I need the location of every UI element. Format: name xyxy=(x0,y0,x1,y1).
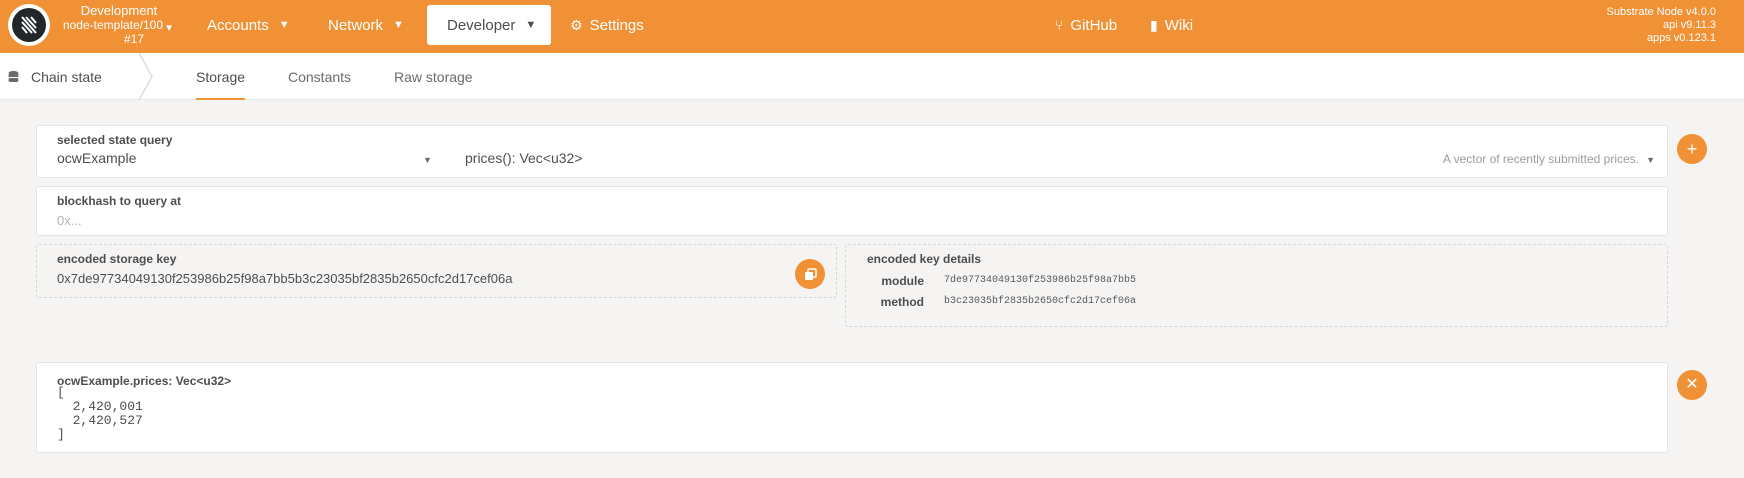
link-wiki[interactable]: ▮ Wiki xyxy=(1130,5,1213,45)
close-icon: ✕ xyxy=(1685,376,1699,393)
copy-button[interactable] xyxy=(795,259,825,289)
menu-developer[interactable]: Developer ▼ xyxy=(427,5,551,45)
result-line: [ xyxy=(57,385,65,400)
plus-icon: + xyxy=(1686,139,1698,159)
blockhash-label: blockhash to query at xyxy=(57,194,182,208)
tab-storage[interactable]: Storage xyxy=(196,53,246,100)
git-branch-icon: ⑂ xyxy=(1055,17,1064,33)
tab-raw-storage[interactable]: Raw storage xyxy=(394,53,473,100)
chain-name: Development xyxy=(80,3,158,18)
logo-icon xyxy=(21,16,37,34)
apps-version: apps v0.123.1 xyxy=(1646,32,1716,44)
tab-constants-label: Constants xyxy=(288,68,352,85)
version-info: Substrate Node v4.0.0 api v9.11.3 apps v… xyxy=(1607,6,1716,45)
result-value: [ 2,420,001 2,420,527] xyxy=(57,386,143,442)
blockhash-card[interactable]: blockhash to query at 0x... xyxy=(36,186,1668,236)
method-hash: b3c23035bf2835b2650cfc2d17cef06a xyxy=(944,296,1137,307)
sub-navigation: Chain state Storage Constants Raw storag… xyxy=(0,53,1744,100)
menu-network-label: Network xyxy=(328,16,384,34)
chevron-down-icon: ▼ xyxy=(1646,155,1655,165)
chevron-down-icon: ▼ xyxy=(278,19,290,31)
add-query-button[interactable]: + xyxy=(1677,134,1707,164)
block-number: #17 xyxy=(123,32,145,46)
query-result-card: ocwExample.prices: Vec<u32> xyxy=(36,362,1668,453)
breadcrumb-separator xyxy=(138,53,153,100)
method-select[interactable]: prices(): Vec<u32> A vector of recently … xyxy=(437,126,1667,177)
chevron-down-icon: ▼ xyxy=(393,19,404,31)
encoded-key-card: encoded storage key 0x7de97734049130f253… xyxy=(36,244,837,298)
menu-settings-label: Settings xyxy=(589,16,644,34)
tab-constants[interactable]: Constants xyxy=(288,53,351,100)
result-line: 2,420,001 xyxy=(57,399,143,414)
chain-selector[interactable]: Development node-template/100 #17 ▼ xyxy=(56,3,182,47)
module-label: module xyxy=(881,274,924,288)
menu-network[interactable]: Network ▼ xyxy=(308,5,424,45)
api-version: api v9.11.3 xyxy=(1662,19,1716,31)
top-bar: Development node-template/100 #17 ▼ Acco… xyxy=(0,0,1744,53)
menu-settings[interactable]: ⚙ Settings xyxy=(550,5,664,45)
link-wiki-label: Wiki xyxy=(1164,16,1194,34)
module-select[interactable]: ocwExample ▼ xyxy=(37,126,437,177)
chevron-down-icon: ▼ xyxy=(525,19,537,31)
tab-storage-label: Storage xyxy=(196,68,246,85)
section-label: Chain state xyxy=(31,68,102,85)
tab-raw-storage-label: Raw storage xyxy=(394,68,473,85)
key-details-card: encoded key details module 7de9773404913… xyxy=(845,244,1668,327)
chevron-down-icon: ▼ xyxy=(164,23,174,34)
result-line: 2,420,527 xyxy=(57,413,143,428)
module-value: ocwExample xyxy=(57,150,137,166)
node-name: node-template/100 xyxy=(62,18,164,32)
substrate-logo[interactable] xyxy=(8,4,50,46)
link-github-label: GitHub xyxy=(1070,16,1118,34)
menu-accounts-label: Accounts xyxy=(207,16,269,34)
method-label: method xyxy=(880,295,924,309)
blockhash-input[interactable]: 0x... xyxy=(57,213,82,228)
state-query-card: selected state query ocwExample ▼ prices… xyxy=(36,125,1668,178)
method-description: A vector of recently submitted prices. xyxy=(1442,152,1639,166)
module-hash: 7de97734049130f253986b25f98a7bb5 xyxy=(944,275,1137,286)
result-line: ] xyxy=(57,427,65,442)
menu-accounts[interactable]: Accounts ▼ xyxy=(187,5,310,45)
chevron-down-icon: ▼ xyxy=(423,155,432,165)
copy-icon xyxy=(804,267,817,280)
gear-icon: ⚙ xyxy=(570,16,583,33)
database-icon xyxy=(8,70,19,82)
remove-query-button[interactable]: ✕ xyxy=(1677,370,1707,400)
encoded-key-label: encoded storage key xyxy=(57,252,177,266)
key-details-label: encoded key details xyxy=(867,252,982,266)
link-github[interactable]: ⑂ GitHub xyxy=(1035,5,1137,45)
book-icon: ▮ xyxy=(1150,16,1158,33)
node-version: Substrate Node v4.0.0 xyxy=(1606,6,1716,18)
section-chain-state[interactable]: Chain state xyxy=(8,53,102,100)
method-value: prices(): Vec<u32> xyxy=(465,150,583,166)
encoded-key-value: 0x7de97734049130f253986b25f98a7bb5b3c230… xyxy=(57,271,513,286)
menu-developer-label: Developer xyxy=(447,16,516,34)
